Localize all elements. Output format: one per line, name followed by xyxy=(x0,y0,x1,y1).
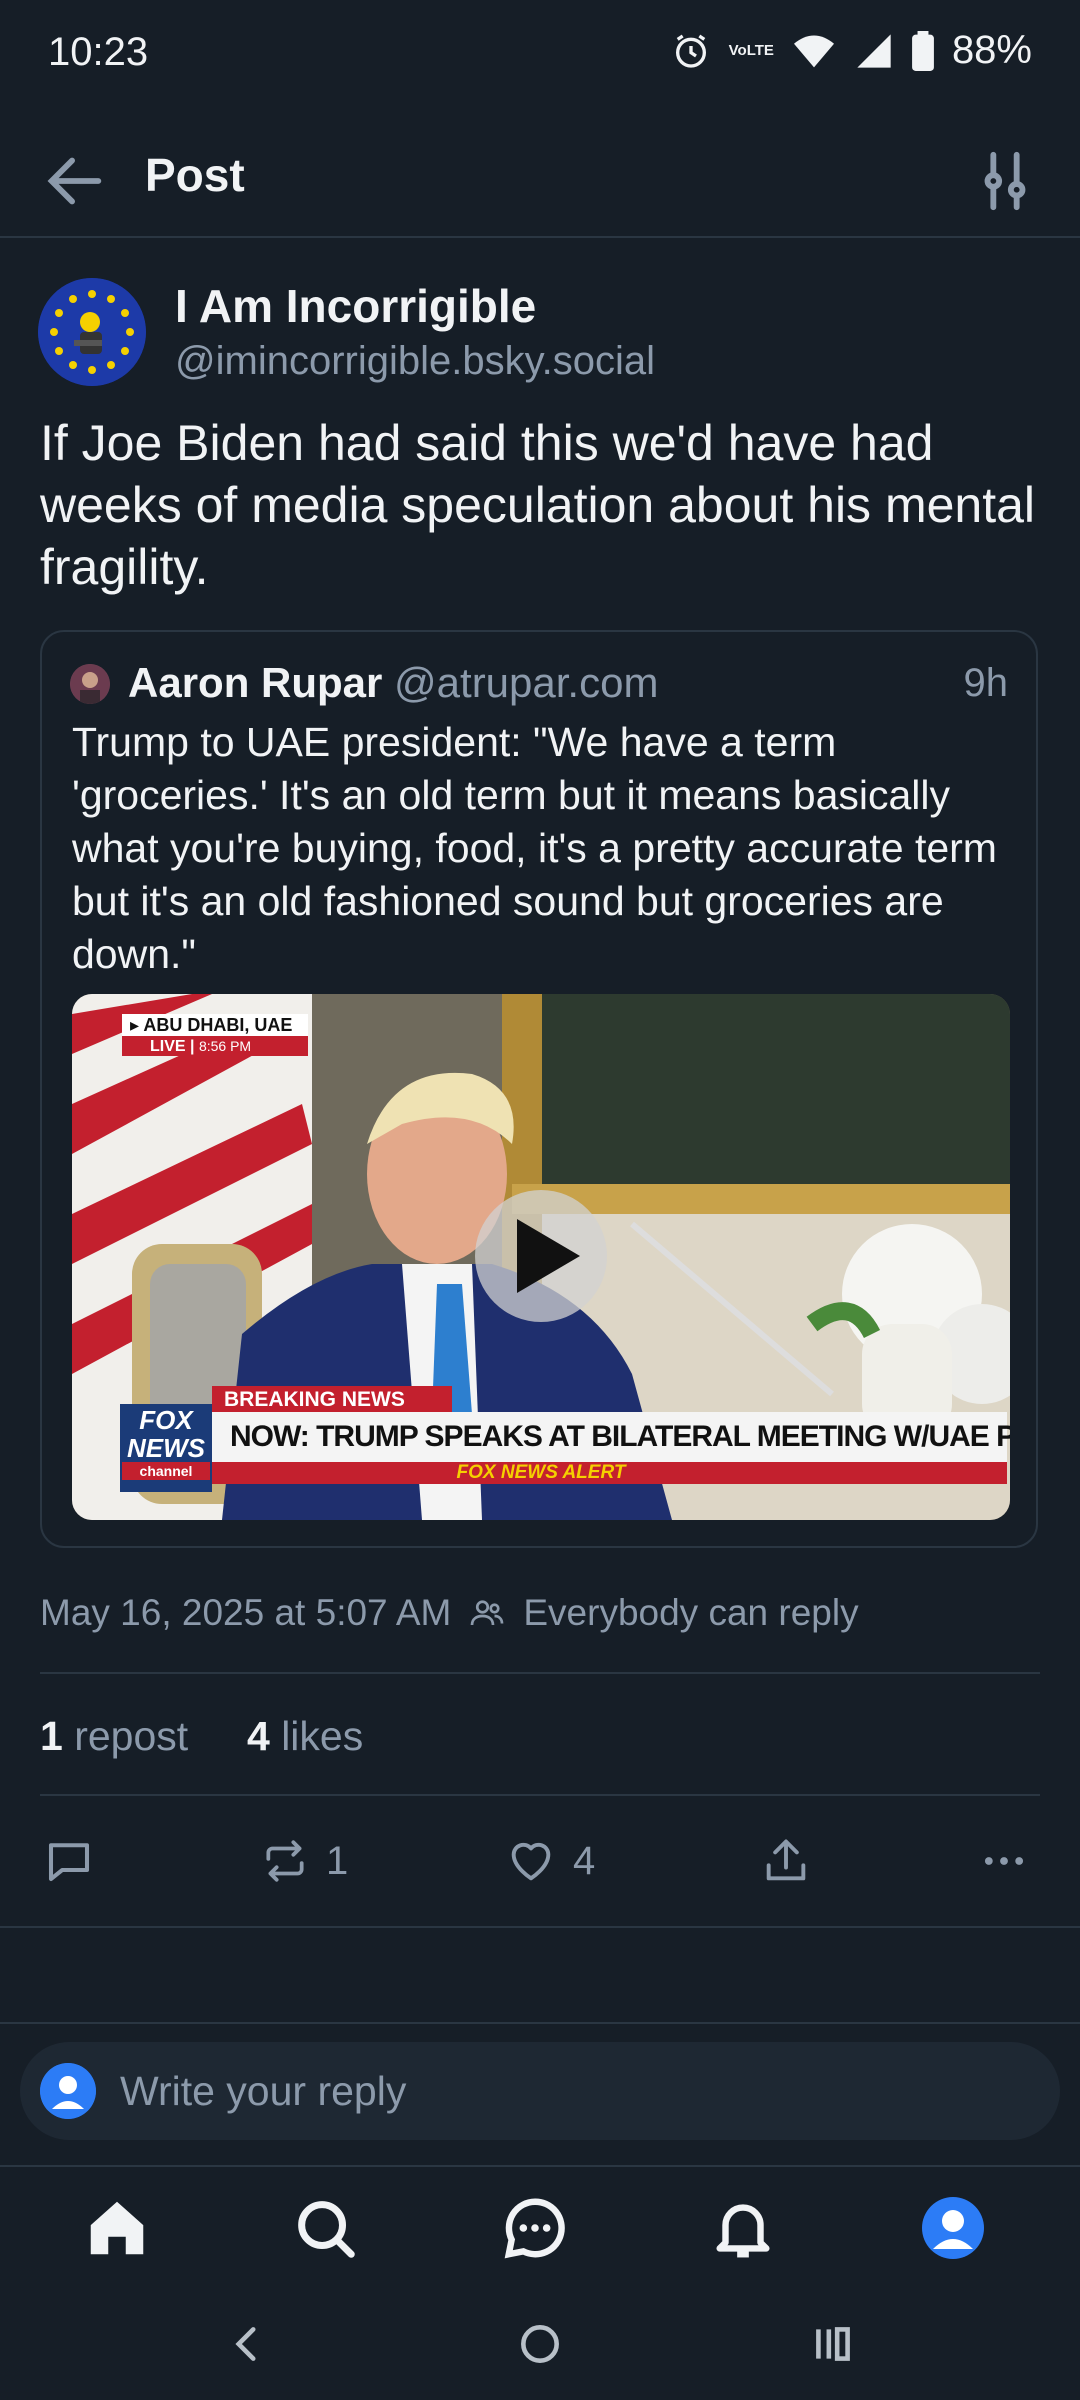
post-text: If Joe Biden had said this we'd have had… xyxy=(40,415,1036,595)
home-icon[interactable] xyxy=(82,2193,152,2263)
sliders-icon[interactable] xyxy=(970,146,1040,216)
repost-stat[interactable]: 1 repost xyxy=(40,1713,188,1759)
fox-news-alert-label: FOX NEWS ALERT xyxy=(456,1462,626,1483)
heart-icon xyxy=(505,1835,557,1887)
system-nav-bar xyxy=(0,2295,1080,2400)
system-recents-icon[interactable] xyxy=(808,2319,858,2369)
quoted-post-card[interactable]: Aaron Rupar @atrupar.com 9h Trump to UAE… xyxy=(40,630,1038,1548)
engagement-stats: 1 repost 4 likes xyxy=(40,1708,363,1764)
author-handle[interactable]: @imincorrigible.bsky.social xyxy=(175,334,655,388)
reply-button[interactable] xyxy=(42,1826,96,1896)
ellipsis-icon xyxy=(978,1835,1030,1887)
battery-percent: 88% xyxy=(951,28,1032,72)
post-actions: 1 4 xyxy=(0,1826,1080,1896)
people-icon xyxy=(469,1595,505,1631)
status-time: 10:23 xyxy=(48,30,149,74)
reply-placeholder: Write your reply xyxy=(120,2067,407,2114)
video-player[interactable]: ▸ ABU DHABI, UAE LIVE | 8:56 PM BREAKING… xyxy=(72,994,1010,1520)
divider xyxy=(0,1926,1080,1928)
video-location-tag: ▸ ABU DHABI, UAE xyxy=(130,1015,293,1035)
alarm-icon xyxy=(671,31,711,71)
author-avatar[interactable] xyxy=(38,278,146,386)
bottom-nav xyxy=(0,2165,1080,2297)
repost-icon xyxy=(260,1836,310,1886)
video-live-label: LIVE | 8:56 PM xyxy=(150,1038,252,1055)
breaking-news-label: BREAKING NEWS xyxy=(224,1388,405,1411)
fox-news-logo: FOX NEWS channel xyxy=(122,1406,210,1480)
top-header: Post xyxy=(0,120,1080,238)
post-timestamp: May 16, 2025 at 5:07 AM xyxy=(40,1592,452,1633)
quote-time: 9h xyxy=(963,661,1009,705)
more-options-button[interactable] xyxy=(978,1826,1030,1896)
user-avatar-icon xyxy=(40,2063,96,2119)
divider xyxy=(40,1794,1040,1796)
page-title: Post xyxy=(145,149,245,201)
share-button[interactable] xyxy=(760,1826,812,1896)
news-headline: NOW: TRUMP SPEAKS AT BILATERAL MEETING W… xyxy=(230,1420,1010,1453)
likes-stat[interactable]: 4 likes xyxy=(247,1713,363,1759)
quote-author-handle[interactable]: @atrupar.com xyxy=(394,659,658,706)
like-count: 4 xyxy=(573,1838,596,1883)
signal-icon xyxy=(854,31,894,71)
battery-icon xyxy=(912,30,934,71)
quote-author-avatar[interactable] xyxy=(70,664,110,704)
wifi-icon xyxy=(792,31,836,71)
post-meta: May 16, 2025 at 5:07 AM Everybody can re… xyxy=(40,1588,859,1638)
comment-icon xyxy=(42,1834,96,1888)
profile-icon[interactable] xyxy=(918,2193,988,2263)
like-button[interactable]: 4 xyxy=(505,1826,595,1896)
bell-icon[interactable] xyxy=(708,2193,778,2263)
reply-setting[interactable]: Everybody can reply xyxy=(523,1588,858,1638)
status-bar: 10:23 VoLTE 88% xyxy=(0,0,1080,120)
repost-count: 1 xyxy=(326,1838,349,1883)
search-icon[interactable] xyxy=(290,2193,360,2263)
volte-icon: VoLTE xyxy=(728,41,774,59)
system-home-icon[interactable] xyxy=(515,2319,565,2369)
author-name[interactable]: I Am Incorrigible xyxy=(175,278,536,334)
quote-text: Trump to UAE president: "We have a term … xyxy=(72,719,997,977)
share-icon xyxy=(760,1835,812,1887)
system-back-icon[interactable] xyxy=(222,2319,272,2369)
chat-icon[interactable] xyxy=(500,2193,570,2263)
divider xyxy=(0,2022,1080,2024)
reply-input[interactable]: Write your reply xyxy=(20,2042,1060,2140)
divider xyxy=(40,1672,1040,1674)
quote-author-name[interactable]: Aaron Rupar xyxy=(128,659,382,706)
arrow-left-icon[interactable] xyxy=(40,146,110,216)
repost-button[interactable]: 1 xyxy=(260,1826,348,1896)
